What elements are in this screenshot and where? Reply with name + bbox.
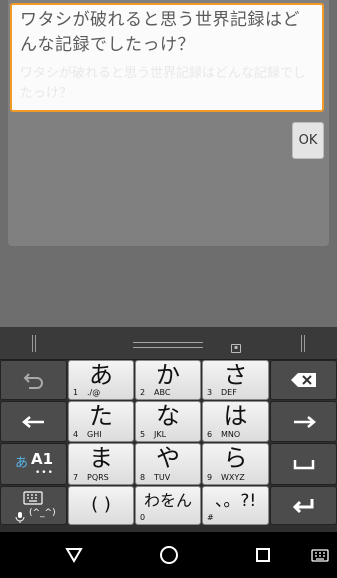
- kana-char: な: [156, 402, 180, 430]
- undo-button[interactable]: [0, 360, 67, 400]
- backspace-button[interactable]: [270, 360, 337, 400]
- home-icon[interactable]: [157, 543, 181, 567]
- space-button[interactable]: [270, 443, 337, 485]
- kana-letters: ABC: [154, 388, 171, 397]
- kana-char: ま: [89, 444, 113, 472]
- kana-char: は: [223, 402, 248, 430]
- kana-number: 4: [73, 430, 79, 439]
- recents-icon[interactable]: [251, 543, 275, 567]
- keyboard-toolbar: ▪: [0, 327, 337, 360]
- kana-letters: JKL: [154, 430, 167, 439]
- emoticon-label: (^_^): [29, 508, 56, 518]
- kana-key-ka[interactable]: か 2 ABC: [135, 360, 201, 400]
- kana-key-ra[interactable]: ら 9 WXYZ: [202, 443, 269, 485]
- mode-dots: •••: [35, 468, 54, 478]
- ime-keyboard: ▪ あ A1 ••• (^_^) あ 1 ./@ か 2 ABC さ 3 DEF…: [0, 327, 337, 532]
- kana-char: あ: [89, 361, 113, 389]
- question-text: ワタシが破れると思う世界記録はどんな記録でしたっけ？: [20, 10, 300, 55]
- resize-handle-left[interactable]: [32, 335, 36, 352]
- kana-number: 8: [140, 473, 146, 482]
- kana-key-a[interactable]: あ 1 ./@: [68, 360, 134, 400]
- kana-number: 7: [73, 473, 79, 482]
- keyboard-drag-handle[interactable]: [133, 342, 203, 348]
- kana-char: わをん: [143, 491, 192, 510]
- kana-letters: DEF: [221, 388, 237, 397]
- kana-number: 9: [207, 473, 213, 482]
- undo-icon: [1, 361, 66, 399]
- arrow-right-icon: [271, 402, 336, 441]
- kana-char: 、。?!: [214, 491, 257, 511]
- kana-letters: PQRS: [87, 473, 109, 482]
- kana-letters: ./@: [87, 388, 101, 397]
- kana-key-ya[interactable]: や 8 TUV: [135, 443, 201, 485]
- mode-kana: あ: [15, 456, 29, 471]
- kana-char: た: [89, 402, 113, 430]
- kana-letters: TUV: [154, 473, 171, 482]
- keyboard-menu-icon[interactable]: ▪: [231, 344, 241, 353]
- mode-label: A1: [31, 450, 54, 468]
- kana-char: か: [156, 361, 180, 389]
- kana-number: 2: [140, 388, 146, 397]
- kana-key-brackets[interactable]: ( ): [68, 486, 134, 525]
- kana-number: 1: [73, 388, 79, 397]
- question-input[interactable]: ワタシが破れると思う世界記録はどんな記録でしたっけ？ ワタシが破れると思う世界記…: [10, 3, 324, 112]
- kana-key-sa[interactable]: さ 3 DEF: [202, 360, 269, 400]
- kana-key-ha[interactable]: は 6 MNO: [202, 401, 269, 442]
- kana-number: 6: [207, 430, 213, 439]
- keyboard-settings-button[interactable]: (^_^): [0, 486, 67, 525]
- kana-key-ma[interactable]: ま 7 PQRS: [68, 443, 134, 485]
- content-area: ワタシが破れると思う世界記録はどんな記録でしたっけ？ ワタシが破れると思う世界記…: [0, 0, 337, 327]
- kana-number: 3: [207, 388, 213, 397]
- kana-number: 5: [140, 430, 146, 439]
- kana-letters: WXYZ: [221, 473, 245, 482]
- kana-number: 0: [140, 513, 146, 522]
- kana-char: さ: [223, 361, 248, 389]
- navigation-bar: [0, 532, 337, 578]
- keyboard-icon: [23, 490, 43, 509]
- faded-text: ワタシが破れると思う世界記録はどんな記録でしたっけ？: [20, 66, 307, 101]
- kana-key-wa[interactable]: わをん 0: [135, 486, 201, 525]
- resize-handle-right[interactable]: [301, 335, 305, 352]
- space-icon: [271, 444, 336, 484]
- cursor-left-button[interactable]: [0, 401, 67, 442]
- cursor-right-button[interactable]: [270, 401, 337, 442]
- enter-icon: [271, 487, 336, 524]
- keyboard-icon[interactable]: [308, 543, 332, 567]
- kana-key-punctuation[interactable]: 、。?! #: [202, 486, 269, 525]
- kana-letters: MNO: [221, 430, 241, 439]
- kana-letters: GHI: [87, 430, 102, 439]
- kana-key-na[interactable]: な 5 JKL: [135, 401, 201, 442]
- kana-number: #: [207, 513, 214, 522]
- enter-button[interactable]: [270, 486, 337, 525]
- arrow-left-icon: [1, 402, 66, 441]
- kana-char: や: [156, 444, 180, 472]
- kana-char: ら: [223, 444, 248, 472]
- microphone-icon: [15, 508, 25, 527]
- input-mode-button[interactable]: あ A1 •••: [0, 443, 67, 485]
- back-icon[interactable]: [62, 543, 86, 567]
- backspace-icon: [271, 361, 336, 399]
- kana-key-ta[interactable]: た 4 GHI: [68, 401, 134, 442]
- ok-button[interactable]: OK: [292, 122, 324, 159]
- kana-char: ( ): [91, 494, 111, 515]
